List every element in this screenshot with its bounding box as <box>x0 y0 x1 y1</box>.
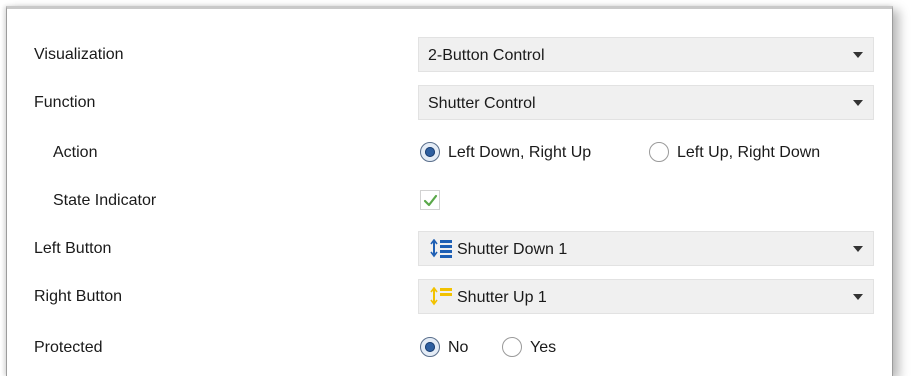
chevron-down-icon <box>853 100 863 106</box>
left-button-dropdown[interactable]: Shutter Down 1 <box>418 231 874 266</box>
action-row: Action Left Down, Right Up Left Up, Righ… <box>7 135 892 171</box>
protected-row: Protected No Yes <box>7 330 892 366</box>
left-button-row: Left Button Shutter Down 1 <box>7 231 892 267</box>
left-button-label: Left Button <box>34 240 112 257</box>
protected-label: Protected <box>34 339 103 356</box>
right-button-label: Right Button <box>34 288 123 305</box>
right-button-row: Right Button Shutter Up 1 <box>7 279 892 315</box>
shutter-down-icon <box>430 239 452 258</box>
protected-option-label: Yes <box>530 339 557 356</box>
settings-panel: Visualization 2-Button Control Function … <box>6 6 893 376</box>
radio-unchecked-icon[interactable] <box>649 142 669 162</box>
checkmark-icon <box>423 194 438 207</box>
action-option-label: Left Up, Right Down <box>677 144 821 161</box>
visualization-row: Visualization 2-Button Control <box>7 37 892 73</box>
state-indicator-label: State Indicator <box>53 192 157 209</box>
visualization-dropdown[interactable]: 2-Button Control <box>418 37 874 72</box>
action-option-label: Left Down, Right Up <box>448 144 592 161</box>
action-label: Action <box>53 144 98 161</box>
shutter-up-icon <box>430 287 452 306</box>
chevron-down-icon <box>853 294 863 300</box>
visualization-label: Visualization <box>34 46 124 63</box>
left-button-value: Shutter Down 1 <box>457 241 568 258</box>
protected-option-label: No <box>448 339 469 356</box>
radio-checked-icon[interactable] <box>420 337 440 357</box>
state-indicator-checkbox[interactable] <box>420 190 440 210</box>
radio-unchecked-icon[interactable] <box>502 337 522 357</box>
function-value: Shutter Control <box>428 95 536 112</box>
chevron-down-icon <box>853 52 863 58</box>
right-button-dropdown[interactable]: Shutter Up 1 <box>418 279 874 314</box>
right-button-value: Shutter Up 1 <box>457 289 547 306</box>
function-dropdown[interactable]: Shutter Control <box>418 85 874 120</box>
chevron-down-icon <box>853 246 863 252</box>
function-row: Function Shutter Control <box>7 85 892 121</box>
radio-checked-icon[interactable] <box>420 142 440 162</box>
visualization-value: 2-Button Control <box>428 47 545 64</box>
function-label: Function <box>34 94 96 111</box>
state-indicator-row: State Indicator <box>7 183 892 219</box>
